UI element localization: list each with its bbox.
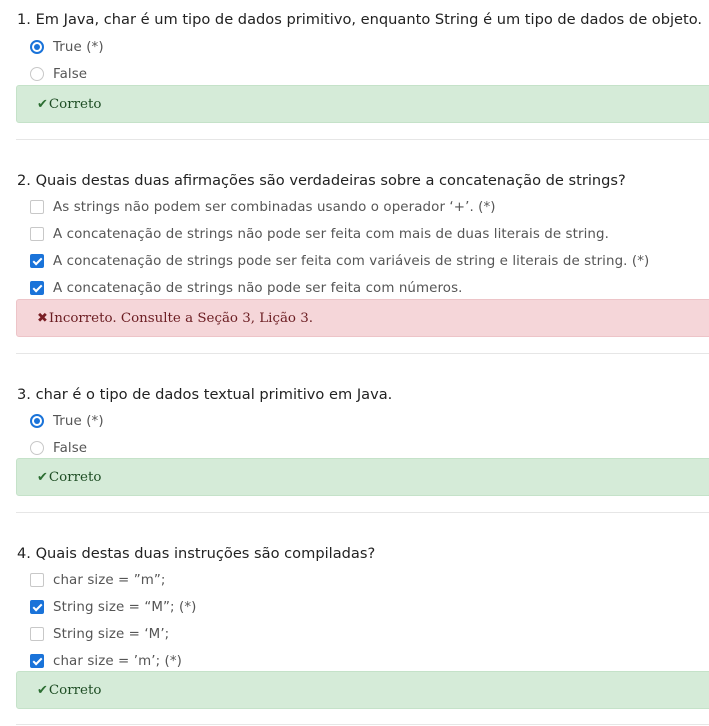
option-2[interactable]: String size = “M”; (*) — [30, 598, 196, 616]
feedback-correct: ✔ Correto — [16, 671, 709, 709]
feedback-text: Incorreto. Consulte a Seção 3, Lição 3. — [48, 310, 314, 326]
checkbox-unchecked-icon[interactable] — [30, 200, 44, 214]
checkmark-icon: ✔ — [37, 96, 48, 112]
option-label: True (*) — [53, 39, 104, 55]
option-label: A concatenação de strings pode ser feita… — [53, 253, 650, 269]
checkbox-checked-icon[interactable] — [30, 281, 44, 295]
question-title: 2. Quais destas duas afirmações são verd… — [17, 172, 626, 189]
question-title: 3. char é o tipo de dados textual primit… — [17, 386, 393, 403]
option-label: False — [53, 66, 88, 82]
checkbox-checked-icon[interactable] — [30, 600, 44, 614]
option-label: A concatenação de strings não pode ser f… — [53, 280, 463, 296]
cross-icon: ✖ — [37, 310, 48, 326]
divider — [16, 353, 709, 354]
option-label: A concatenação de strings não pode ser f… — [53, 226, 609, 242]
option-false[interactable]: False — [30, 65, 87, 83]
option-1[interactable]: As strings não podem ser combinadas usan… — [30, 198, 496, 216]
feedback-text: Correto — [48, 469, 102, 485]
feedback-correct: ✔ Correto — [16, 458, 709, 496]
checkmark-icon: ✔ — [37, 469, 48, 485]
checkmark-icon: ✔ — [37, 682, 48, 698]
radio-unselected-icon[interactable] — [30, 441, 44, 455]
divider — [16, 512, 709, 513]
option-true[interactable]: True (*) — [30, 38, 104, 56]
question-title: 1. Em Java, char é um tipo de dados prim… — [17, 11, 703, 28]
option-3[interactable]: String size = ‘M’; — [30, 625, 169, 643]
option-label: As strings não podem ser combinadas usan… — [53, 199, 496, 215]
checkbox-checked-icon[interactable] — [30, 654, 44, 668]
option-3[interactable]: A concatenação de strings pode ser feita… — [30, 252, 649, 270]
option-true[interactable]: True (*) — [30, 412, 104, 430]
option-1[interactable]: char size = ”m”; — [30, 571, 166, 589]
option-label: True (*) — [53, 413, 104, 429]
question-title: 4. Quais destas duas instruções são comp… — [17, 545, 376, 562]
checkbox-unchecked-icon[interactable] — [30, 627, 44, 641]
option-false[interactable]: False — [30, 439, 87, 457]
option-label: False — [53, 440, 88, 456]
feedback-text: Correto — [48, 96, 102, 112]
radio-selected-icon[interactable] — [30, 40, 44, 54]
option-label: char size = ’m’; (*) — [53, 653, 182, 669]
checkbox-checked-icon[interactable] — [30, 254, 44, 268]
feedback-correct: ✔ Correto — [16, 85, 709, 123]
feedback-incorrect: ✖ Incorreto. Consulte a Seção 3, Lição 3… — [16, 299, 709, 337]
divider — [16, 724, 709, 725]
checkbox-unchecked-icon[interactable] — [30, 227, 44, 241]
checkbox-unchecked-icon[interactable] — [30, 573, 44, 587]
option-label: String size = ‘M’; — [53, 626, 170, 642]
option-label: String size = “M”; (*) — [53, 599, 197, 615]
option-label: char size = ”m”; — [53, 572, 166, 588]
feedback-text: Correto — [48, 682, 102, 698]
option-2[interactable]: A concatenação de strings não pode ser f… — [30, 225, 609, 243]
option-4[interactable]: A concatenação de strings não pode ser f… — [30, 279, 463, 297]
option-4[interactable]: char size = ’m’; (*) — [30, 652, 182, 670]
radio-unselected-icon[interactable] — [30, 67, 44, 81]
radio-selected-icon[interactable] — [30, 414, 44, 428]
divider — [16, 139, 709, 140]
